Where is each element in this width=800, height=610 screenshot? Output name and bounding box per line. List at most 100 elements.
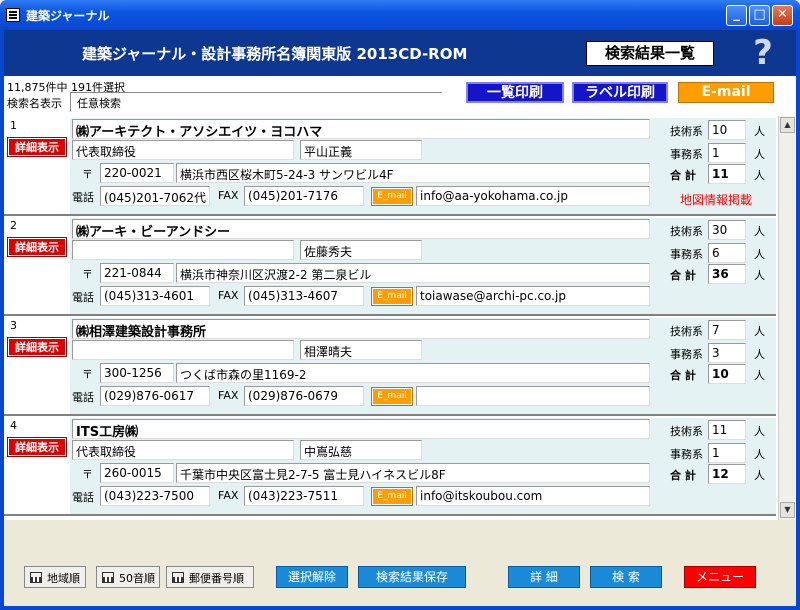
representative-name: 佐藤秀夫 — [300, 240, 422, 260]
address: 千葉市中央区富士見2-7-5 富士見ハイネスビル8F — [176, 463, 650, 483]
client-area: 建築ジャーナル・設計事務所名簿関東版 2013CD-ROM 検索結果一覧 ? 1… — [4, 30, 796, 606]
office-staff-label: 事務系 — [670, 348, 703, 361]
email-send-button[interactable]: E_mail — [371, 187, 413, 206]
save-results-button[interactable]: 検索結果保存 — [358, 566, 466, 588]
scroll-up-icon[interactable]: ▲ — [780, 117, 795, 133]
office-staff-label: 事務系 — [670, 448, 703, 461]
total-staff-label: 合 計 — [670, 469, 696, 482]
phone-number: (045)313-4601 — [100, 286, 210, 306]
chart-icon — [102, 572, 114, 583]
representative-name: 平山正義 — [300, 140, 422, 160]
menu-button[interactable]: メニュー — [684, 566, 756, 588]
tech-staff-label: 技術系 — [670, 325, 703, 338]
office-staff-label: 事務系 — [670, 148, 703, 161]
office-staff-count: 3 — [708, 343, 746, 363]
fax-number: (043)223-7511 — [244, 486, 364, 506]
position-title: 代表取締役 — [72, 140, 294, 160]
company-name: ITS工房㈱ — [72, 419, 650, 439]
help-icon[interactable]: ? — [746, 34, 780, 72]
vertical-scrollbar[interactable]: ▲ ▼ — [778, 116, 795, 520]
address: 横浜市神奈川区沢渡2-2 第二泉ビル — [176, 263, 650, 283]
office-staff-label: 事務系 — [670, 248, 703, 261]
fax-number: (045)313-4607 — [244, 286, 364, 306]
search-button[interactable]: 検 索 — [590, 566, 662, 588]
phone-label: 電話 — [72, 191, 94, 204]
email-send-button[interactable]: E_mail — [371, 287, 413, 306]
sort-region-button[interactable]: 地域順 — [24, 566, 86, 588]
office-staff-count: 1 — [708, 143, 746, 163]
record-row: 4 詳細表示 ITS工房㈱ 代表取締役 中嶌弘慈〒 260-0015 千葉市中央区富士見2-… — [4, 416, 776, 516]
company-name: ㈱アーキ・ビーアンドシー — [72, 219, 650, 239]
total-staff-count: 11 — [708, 164, 746, 184]
title-bar: 建築ジャーナル _ □ ✕ — [0, 0, 800, 30]
tech-staff-label: 技術系 — [670, 425, 703, 438]
phone-label: 電話 — [72, 491, 94, 504]
detail-view-button[interactable]: 詳細表示 — [7, 437, 67, 457]
fax-label: FAX — [218, 189, 239, 202]
detail-button[interactable]: 詳 細 — [508, 566, 580, 588]
record-number: 2 — [10, 219, 17, 232]
email-button[interactable]: E-mail — [678, 82, 774, 103]
result-list-label: 検索結果一覧 — [586, 41, 714, 66]
total-staff-unit: 人 — [754, 469, 765, 482]
representative-name: 相澤晴夫 — [300, 340, 422, 360]
sort-region-label: 地域順 — [47, 572, 80, 585]
label-print-button[interactable]: ラベル印刷 — [572, 82, 668, 103]
tech-staff-label: 技術系 — [670, 225, 703, 238]
close-button[interactable]: ✕ — [772, 5, 793, 26]
tech-staff-unit: 人 — [754, 425, 765, 438]
address: 横浜市西区桜木町5-24-3 サンワビル4F — [176, 163, 650, 183]
record-row: 3 詳細表示 ㈱相澤建築設計事務所 相澤晴夫〒 300-1256 つくば市森の里1169-… — [4, 316, 776, 416]
phone-label: 電話 — [72, 291, 94, 304]
postal-code: 221-0844 — [100, 263, 174, 283]
deselect-button[interactable]: 選択解除 — [276, 566, 348, 588]
record-divider — [4, 514, 776, 516]
email-address: toiawase@archi-pc.co.jp — [416, 286, 650, 306]
position-title — [72, 240, 294, 260]
banner-title: 建築ジャーナル・設計事務所名簿関東版 2013CD-ROM — [82, 45, 468, 63]
phone-number: (029)876-0617 — [100, 386, 210, 406]
office-staff-unit: 人 — [754, 248, 765, 261]
total-staff-unit: 人 — [754, 169, 765, 182]
postal-mark: 〒 — [82, 468, 93, 481]
fax-number: (029)876-0679 — [244, 386, 364, 406]
record-row: 2 詳細表示 ㈱アーキ・ビーアンドシー 佐藤秀夫〒 221-0844 横浜市神奈川区沢渡2… — [4, 216, 776, 316]
chart-icon — [30, 572, 42, 583]
email-address: info@itskoubou.com — [416, 486, 650, 506]
total-staff-count: 10 — [708, 364, 746, 384]
map-info-link[interactable]: 地図情報掲載 — [680, 191, 752, 208]
record-row: 1 詳細表示 ㈱アーキテクト・アソシエイツ・ヨコハマ 代表取締役 平山正義〒 220-00… — [4, 116, 776, 216]
sort-kana-button[interactable]: 50音順 — [96, 566, 160, 588]
email-send-button[interactable]: E_mail — [371, 387, 413, 406]
app-icon — [6, 8, 20, 22]
list-print-button[interactable]: 一覧印刷 — [466, 82, 564, 103]
total-staff-count: 12 — [708, 464, 746, 484]
sort-postal-button[interactable]: 郵便番号順 — [166, 566, 254, 588]
sort-postal-label: 郵便番号順 — [189, 572, 244, 585]
postal-code: 220-0021 — [100, 163, 174, 183]
tech-staff-unit: 人 — [754, 225, 765, 238]
tech-staff-count: 30 — [708, 220, 746, 240]
detail-view-button[interactable]: 詳細表示 — [7, 337, 67, 357]
maximize-button[interactable]: □ — [749, 5, 770, 26]
detail-view-button[interactable]: 詳細表示 — [7, 137, 67, 157]
tech-staff-count: 7 — [708, 320, 746, 340]
office-staff-unit: 人 — [754, 448, 765, 461]
total-staff-label: 合 計 — [670, 369, 696, 382]
company-name: ㈱相澤建築設計事務所 — [72, 319, 650, 339]
phone-number: (043)223-7500 — [100, 486, 210, 506]
record-number: 4 — [10, 419, 17, 432]
email-address: info@aa-yokohama.co.jp — [416, 186, 650, 206]
minimize-button[interactable]: _ — [726, 5, 747, 26]
office-staff-unit: 人 — [754, 348, 765, 361]
total-staff-count: 36 — [708, 264, 746, 284]
fax-label: FAX — [218, 489, 239, 502]
office-staff-count: 1 — [708, 443, 746, 463]
total-staff-label: 合 計 — [670, 169, 696, 182]
email-send-button[interactable]: E_mail — [371, 487, 413, 506]
postal-mark: 〒 — [82, 168, 93, 181]
detail-view-button[interactable]: 詳細表示 — [7, 237, 67, 257]
info-bar: 11,875件中 191件選択 検索名表示 任意検索 一覧印刷 ラベル印刷 E-… — [4, 76, 796, 116]
fax-number: (045)201-7176 — [244, 186, 364, 206]
scroll-down-icon[interactable]: ▼ — [780, 502, 795, 518]
